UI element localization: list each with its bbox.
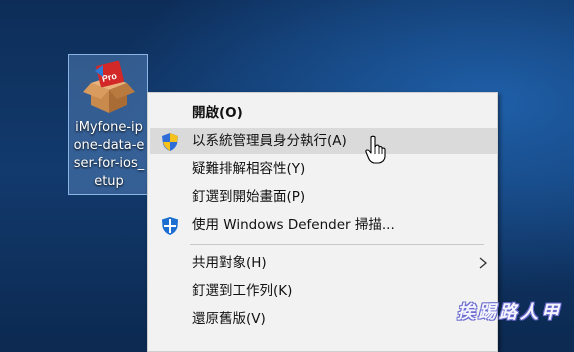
menu-item-defender-scan[interactable]: 使用 Windows Defender 掃描... (150, 212, 497, 238)
menu-item-label: 以系統管理員身分執行(A) (192, 133, 347, 149)
context-menu: 開啟(O) 以系統管理員身分執行(A) 疑難排解相容性(Y) 釘選到開始畫面(P… (147, 92, 498, 352)
menu-separator (190, 244, 484, 245)
label-line-1: iMyfone-ip (75, 120, 143, 135)
label-line-3: ser-for-ios_ (73, 156, 145, 171)
menu-item-label: 使用 Windows Defender 掃描... (192, 217, 395, 233)
uac-shield-icon (162, 133, 178, 151)
label-line-4: etup (94, 174, 124, 189)
label-line-2: one-data-e (73, 138, 145, 153)
chevron-right-icon (479, 257, 487, 269)
menu-item-label: 開啟(O) (192, 105, 243, 121)
desktop-file-icon[interactable]: Pro iMyfone-ip one-data-e ser-for-ios_ e… (68, 54, 148, 195)
watermark-text: 挨踢路人甲 (457, 302, 562, 323)
menu-item-label: 共用對象(H) (192, 255, 267, 271)
menu-item-label: 疑難排解相容性(Y) (192, 161, 306, 177)
menu-item-share-with[interactable]: 共用對象(H) (150, 250, 497, 276)
menu-item-label: 釘選到開始畫面(P) (192, 189, 306, 205)
menu-item-restore-previous-versions[interactable]: 還原舊版(V) (150, 306, 497, 332)
windows-defender-icon (162, 217, 178, 235)
menu-item-pin-to-start[interactable]: 釘選到開始畫面(P) (150, 184, 497, 210)
menu-item-open[interactable]: 開啟(O) (150, 100, 497, 126)
menu-item-label: 還原舊版(V) (192, 311, 266, 327)
menu-item-troubleshoot-compatibility[interactable]: 疑難排解相容性(Y) (150, 156, 497, 182)
menu-item-label: 釘選到工作列(K) (192, 283, 293, 299)
installer-box-icon: Pro (83, 60, 135, 113)
menu-item-pin-to-taskbar[interactable]: 釘選到工作列(K) (150, 278, 497, 304)
hand-pointer-cursor-icon (365, 135, 386, 164)
menu-item-run-as-admin[interactable]: 以系統管理員身分執行(A) (150, 128, 497, 154)
desktop-file-label: iMyfone-ip one-data-e ser-for-ios_ etup (69, 119, 149, 191)
